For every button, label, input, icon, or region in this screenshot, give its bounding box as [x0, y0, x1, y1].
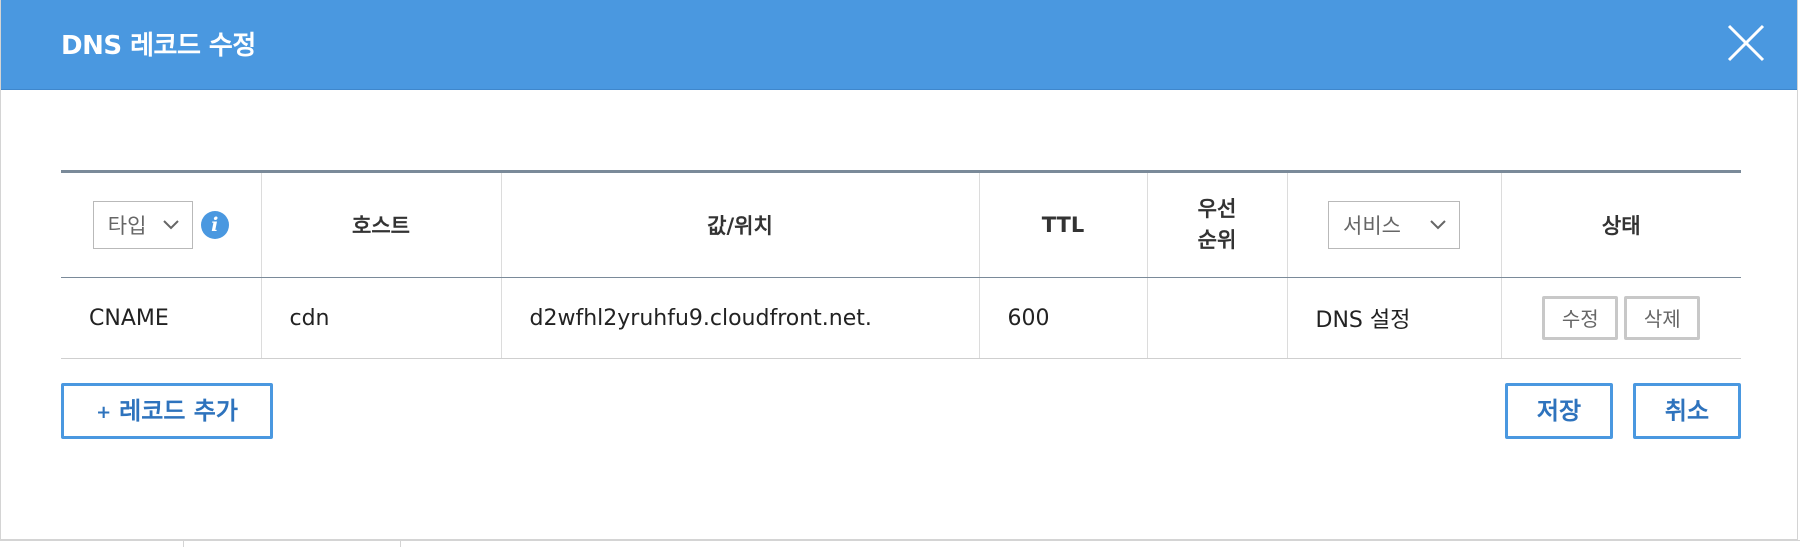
column-header-type: 타입 i — [61, 171, 262, 278]
type-select[interactable]: 타입 — [92, 201, 193, 249]
delete-record-button[interactable]: 삭제 — [1624, 296, 1701, 340]
cell-type: CNAME — [61, 277, 262, 359]
priority-label-line2: 순위 — [1197, 228, 1237, 252]
close-icon — [1727, 24, 1765, 62]
info-icon[interactable]: i — [200, 211, 229, 239]
dns-record-table: 타입 i 호스트 값/위치 TTL 우선 순위 서비스 상태 CNAME cdn… — [61, 170, 1741, 359]
service-select[interactable]: 서비스 — [1328, 201, 1460, 249]
chevron-down-icon — [1430, 220, 1446, 230]
column-header-ttl: TTL — [979, 171, 1148, 278]
plus-icon: + — [96, 402, 112, 423]
column-header-value: 값/위치 — [501, 171, 980, 278]
save-button[interactable]: 저장 — [1505, 383, 1613, 439]
add-record-label: 레코드 추가 — [119, 397, 238, 425]
chevron-down-icon — [163, 220, 179, 230]
divider — [183, 541, 184, 547]
divider — [400, 541, 401, 547]
priority-label-line1: 우선 — [1197, 196, 1237, 221]
table-header-row: 타입 i 호스트 값/위치 TTL 우선 순위 서비스 상태 — [61, 171, 1741, 278]
cell-ttl: 600 — [979, 277, 1148, 359]
type-select-value: 타입 — [107, 214, 147, 238]
service-select-value: 서비스 — [1343, 214, 1401, 238]
cancel-button[interactable]: 취소 — [1633, 383, 1741, 439]
edit-record-button[interactable]: 수정 — [1542, 296, 1619, 340]
cell-service: DNS 설정 — [1287, 277, 1502, 359]
column-header-status: 상태 — [1501, 171, 1741, 278]
cell-value: d2wfhl2yruhfu9.cloudfront.net. — [501, 277, 980, 359]
add-record-button[interactable]: + 레코드 추가 — [61, 383, 273, 439]
dns-record-edit-dialog: DNS 레코드 수정 타입 i 호스트 값/위치 TTL 우선 순위 서비스 상… — [0, 0, 1798, 540]
column-header-host: 호스트 — [261, 171, 502, 278]
table-row: CNAME cdn d2wfhl2yruhfu9.cloudfront.net.… — [61, 277, 1741, 359]
column-header-priority: 우선 순위 — [1147, 171, 1288, 278]
close-button[interactable] — [1725, 22, 1767, 64]
cell-host: cdn — [261, 277, 502, 359]
dialog-header: DNS 레코드 수정 — [1, 0, 1797, 90]
cell-priority — [1147, 277, 1288, 359]
column-header-service: 서비스 — [1287, 171, 1502, 278]
dialog-title: DNS 레코드 수정 — [61, 31, 256, 61]
cell-status: 수정 삭제 — [1501, 277, 1741, 359]
